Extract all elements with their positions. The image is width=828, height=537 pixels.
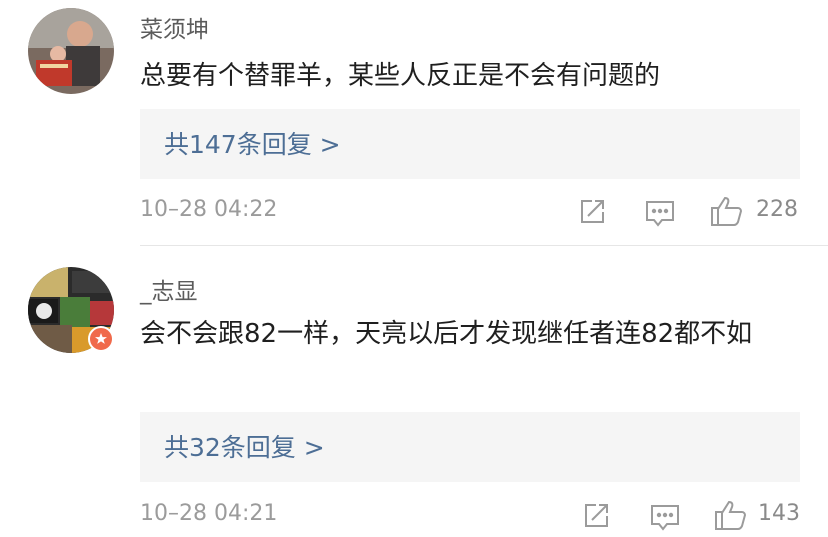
comment-meta: 10–28 04:21 143 bbox=[140, 497, 800, 537]
comment-text: 会不会跟82一样，天亮以后才发现继任者连82都不如 bbox=[140, 319, 753, 349]
timestamp: 10–28 04:22 bbox=[140, 197, 278, 222]
username[interactable]: 菜须坤 bbox=[140, 10, 209, 44]
comment-item: 菜须坤 总要有个替罪羊，某些人反正是不会有问题的 共147条回复 > 10–28… bbox=[0, 0, 828, 245]
timestamp: 10–28 04:21 bbox=[140, 501, 278, 526]
reply-count-label: 共32条回复 > bbox=[164, 433, 325, 462]
comment-icon[interactable] bbox=[650, 504, 680, 536]
comment-icon[interactable] bbox=[645, 200, 675, 232]
reply-summary-button[interactable]: 共147条回复 > bbox=[140, 109, 800, 179]
username[interactable]: _志显 bbox=[140, 272, 198, 306]
comment-item: _志显 会不会跟82一样，天亮以后才发现继任者连82都不如 共32条回复 > 1… bbox=[0, 245, 828, 533]
avatar-image bbox=[28, 8, 114, 94]
comment-text: 总要有个替罪羊，某些人反正是不会有问题的 bbox=[140, 61, 661, 91]
reply-summary-button[interactable]: 共32条回复 > bbox=[140, 412, 800, 482]
share-icon[interactable] bbox=[578, 198, 606, 230]
like-count: 228 bbox=[756, 197, 798, 222]
like-icon[interactable] bbox=[710, 195, 744, 231]
like-icon[interactable] bbox=[714, 499, 748, 535]
reply-count-label: 共147条回复 > bbox=[164, 130, 341, 159]
verified-badge-icon bbox=[88, 326, 114, 352]
comment-meta: 10–28 04:22 228 bbox=[140, 193, 800, 233]
share-icon[interactable] bbox=[582, 502, 610, 534]
like-count: 143 bbox=[758, 501, 800, 526]
avatar[interactable] bbox=[28, 8, 114, 94]
